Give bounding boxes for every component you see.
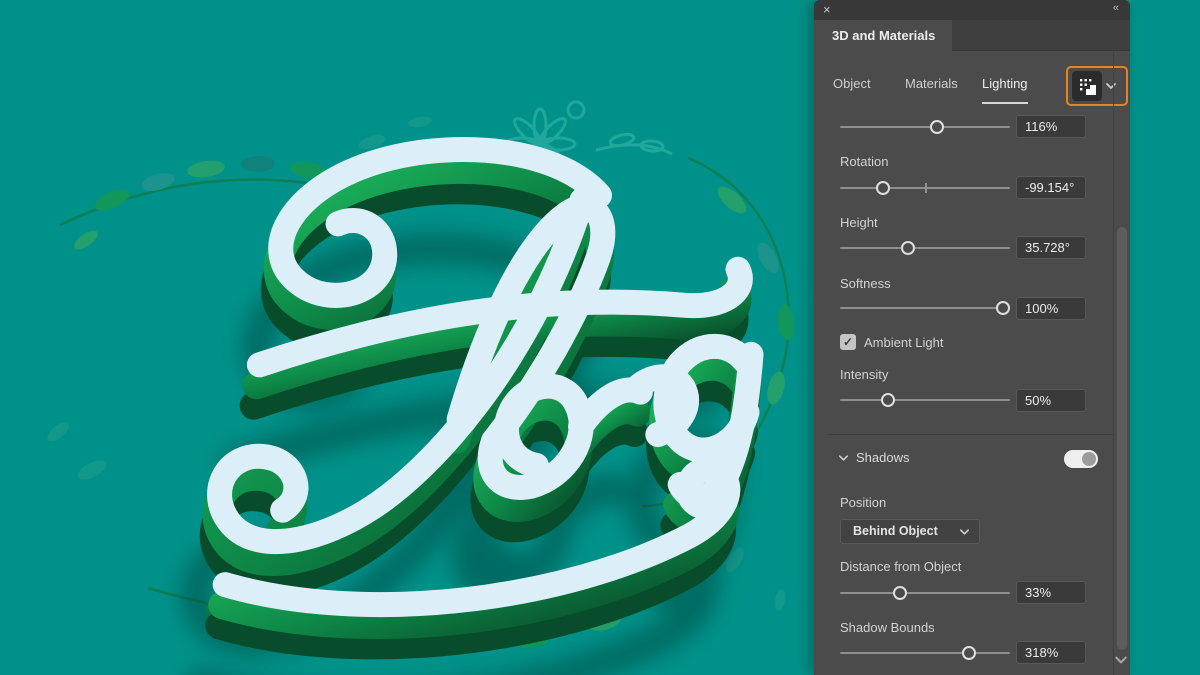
- distance-from-object-label: Distance from Object: [840, 559, 962, 574]
- light-intensity-value: 116%: [1025, 119, 1058, 134]
- light-intensity-slider[interactable]: [840, 120, 1010, 134]
- dropdown-chevron-icon: [960, 529, 969, 535]
- shadow-bounds-slider[interactable]: [840, 646, 1010, 660]
- app-canvas: Flora × « 3D and Materials Object Materi…: [0, 0, 1200, 675]
- slider-thumb[interactable]: [901, 241, 915, 255]
- render-quality-icon: [1080, 79, 1096, 95]
- softness-value: 100%: [1025, 301, 1059, 316]
- shadows-section-header[interactable]: Shadows: [838, 450, 909, 465]
- render-quality-button[interactable]: [1072, 71, 1102, 101]
- tab-materials[interactable]: Materials: [905, 76, 958, 91]
- slider-track: [840, 247, 1010, 249]
- rotation-slider[interactable]: [840, 181, 1010, 195]
- softness-slider[interactable]: [840, 301, 1011, 315]
- height-field[interactable]: 35.728°: [1016, 236, 1086, 259]
- intensity-label: Intensity: [840, 367, 889, 382]
- shadows-expander-chevron-icon[interactable]: [838, 454, 849, 462]
- height-label: Height: [840, 215, 878, 230]
- render-quality-group: [1066, 66, 1128, 106]
- intensity-value: 50%: [1025, 393, 1052, 408]
- light-intensity-field[interactable]: 116%: [1016, 115, 1086, 138]
- shadows-toggle[interactable]: [1064, 450, 1098, 468]
- slider-thumb[interactable]: [996, 301, 1011, 315]
- shadow-position-value: Behind Object: [853, 524, 938, 538]
- distance-value: 33%: [1025, 585, 1052, 600]
- scrollbar-thumb[interactable]: [1117, 227, 1127, 650]
- tab-lighting[interactable]: Lighting: [982, 76, 1028, 104]
- intensity-slider[interactable]: [840, 393, 1010, 407]
- slider-track: [840, 126, 1010, 128]
- slider-thumb[interactable]: [929, 120, 944, 134]
- scroll-down-chevron-icon: [1115, 656, 1127, 664]
- panel-tab-row: 3D and Materials: [814, 20, 1130, 51]
- section-divider: [828, 434, 1114, 435]
- shadow-position-dropdown[interactable]: Behind Object: [840, 519, 980, 544]
- shadow-bounds-label: Shadow Bounds: [840, 620, 935, 635]
- slider-thumb[interactable]: [962, 646, 977, 660]
- panel-tab-3d-materials[interactable]: 3D and Materials: [814, 20, 952, 51]
- position-label: Position: [840, 495, 887, 510]
- ambient-light-checkbox[interactable]: ✓: [840, 334, 856, 350]
- slider-thumb[interactable]: [892, 586, 907, 600]
- ambient-light-label: Ambient Light: [864, 335, 944, 350]
- intensity-field[interactable]: 50%: [1016, 389, 1086, 412]
- toggle-knob: [1082, 452, 1096, 466]
- scrollbar-separator: [1113, 52, 1114, 675]
- rotation-field[interactable]: -99.154°: [1016, 176, 1086, 199]
- rotation-value: -99.154°: [1025, 180, 1075, 195]
- slider-thumb[interactable]: [875, 181, 890, 195]
- panel-topbar: × «: [814, 0, 1130, 20]
- distance-field[interactable]: 33%: [1016, 581, 1086, 604]
- shadow-bounds-field[interactable]: 318%: [1016, 641, 1086, 664]
- 3d-materials-panel: × « 3D and Materials Object Materials Li…: [814, 0, 1130, 675]
- collapse-panel-icon[interactable]: «: [1113, 2, 1119, 14]
- close-icon[interactable]: ×: [823, 2, 831, 17]
- slider-center-tick: [925, 183, 927, 193]
- render-options-chevron-icon[interactable]: [1105, 82, 1117, 90]
- slider-track: [840, 652, 1010, 654]
- softness-field[interactable]: 100%: [1016, 297, 1086, 320]
- slider-track: [840, 592, 1010, 594]
- slider-track: [840, 307, 1010, 309]
- shadows-title: Shadows: [856, 450, 910, 465]
- shadow-bounds-value: 318%: [1025, 645, 1059, 660]
- scroll-down-button[interactable]: [1114, 652, 1130, 668]
- softness-label: Softness: [840, 276, 891, 291]
- mode-tabs: Object Materials Lighting: [814, 51, 1130, 106]
- rotation-label: Rotation: [840, 154, 889, 169]
- tab-object[interactable]: Object: [833, 76, 871, 91]
- slider-thumb[interactable]: [880, 393, 895, 407]
- height-value: 35.728°: [1025, 240, 1070, 255]
- slider-track: [840, 399, 1010, 401]
- height-slider[interactable]: [840, 241, 1010, 255]
- checkmark-icon: ✓: [842, 335, 854, 349]
- distance-slider[interactable]: [840, 586, 1010, 600]
